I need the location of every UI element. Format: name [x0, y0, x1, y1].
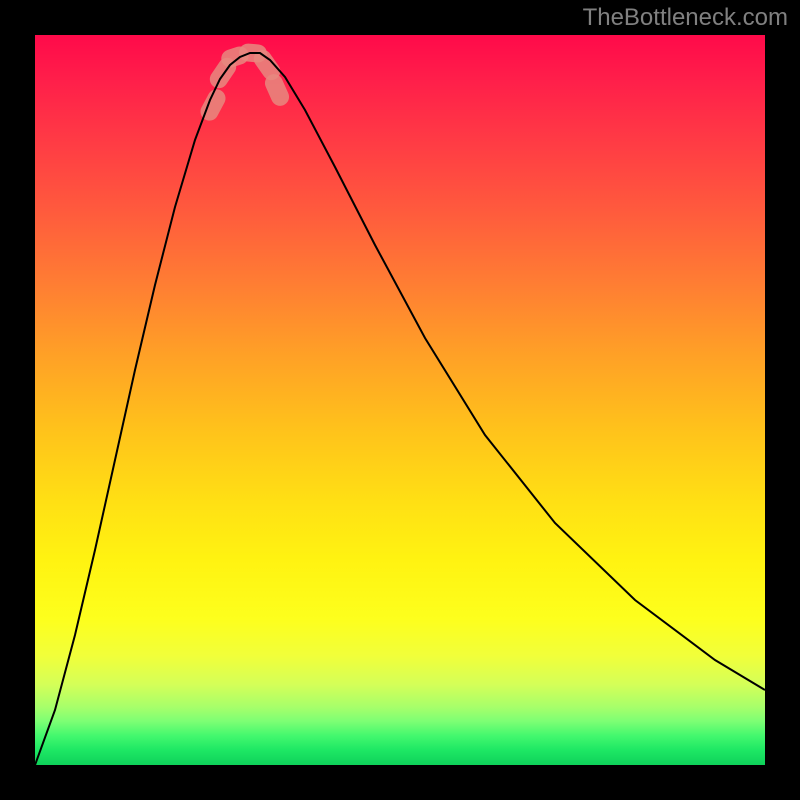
chart-frame: TheBottleneck.com: [0, 0, 800, 800]
bottleneck-curve: [35, 35, 765, 765]
plot-area: [35, 35, 765, 765]
watermark-text: TheBottleneck.com: [583, 4, 788, 32]
